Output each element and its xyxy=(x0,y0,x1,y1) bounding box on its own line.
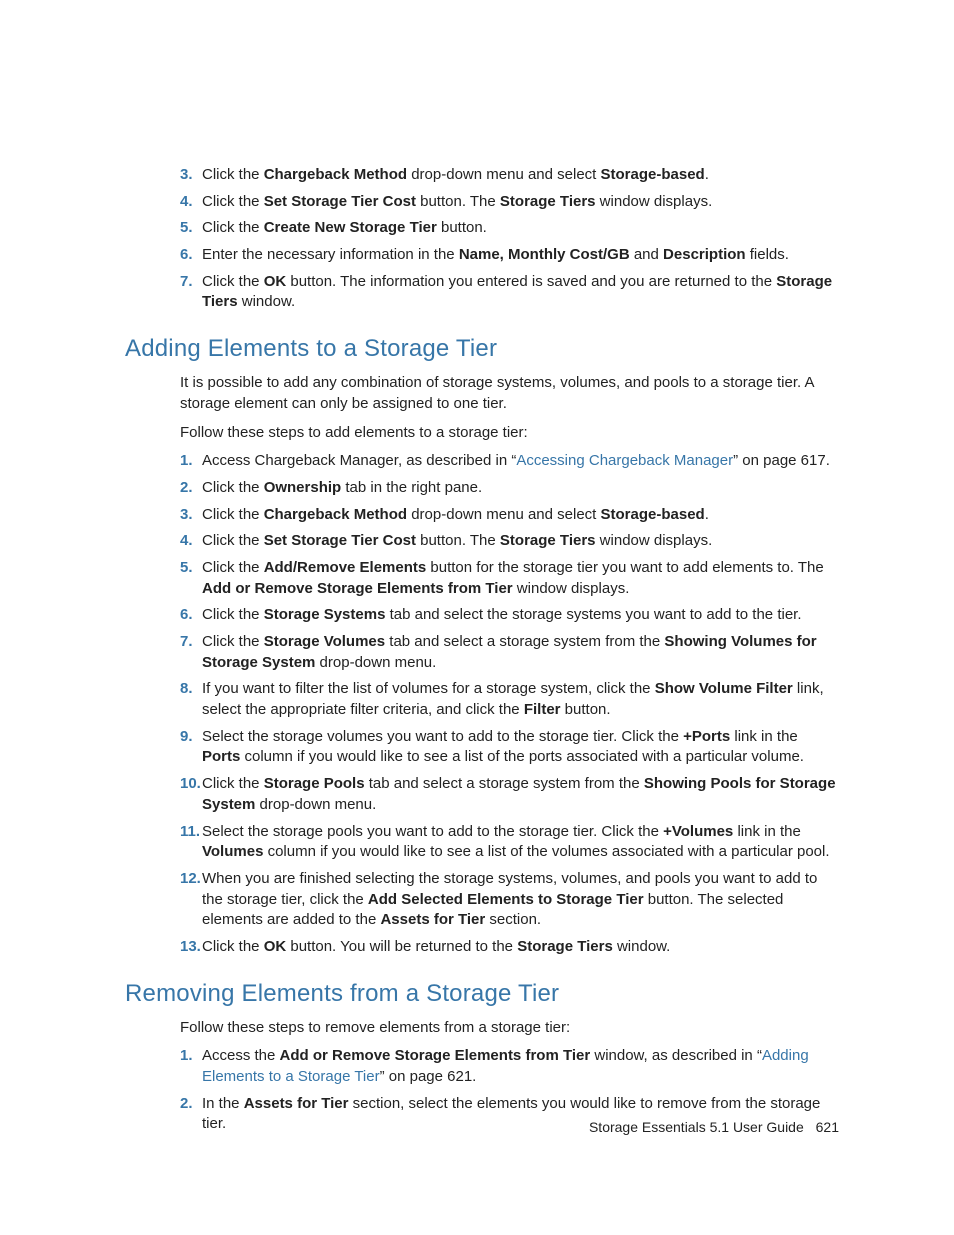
section1-step-11: Select the storage pools you want to add… xyxy=(180,822,839,863)
bold-text: OK xyxy=(264,273,287,290)
section1-step-1: Access Chargeback Manager, as described … xyxy=(180,451,839,472)
bold-text: Ports xyxy=(202,748,240,765)
bold-text: Show Volume Filter xyxy=(655,680,793,697)
intro-step-6: Enter the necessary information in the N… xyxy=(180,245,839,266)
section1-steps-list: Access Chargeback Manager, as described … xyxy=(125,451,839,957)
bold-text: Ownership xyxy=(264,479,342,496)
footer-text: Storage Essentials 5.1 User Guide xyxy=(589,1119,804,1135)
intro-steps-list: Click the Chargeback Method drop-down me… xyxy=(125,165,839,313)
section1-step-3: Click the Chargeback Method drop-down me… xyxy=(180,505,839,526)
bold-text: Storage Pools xyxy=(264,775,365,792)
section1-step-6: Click the Storage Systems tab and select… xyxy=(180,605,839,626)
bold-text: Add Selected Elements to Storage Tier xyxy=(368,891,644,908)
section2-intro-1: Follow these steps to remove elements fr… xyxy=(180,1018,839,1039)
section1-intro-1: It is possible to add any combination of… xyxy=(180,373,839,414)
section1-step-2: Click the Ownership tab in the right pan… xyxy=(180,478,839,499)
section1-link[interactable]: Accessing Chargeback Manager xyxy=(516,452,733,469)
bold-text: Set Storage Tier Cost xyxy=(264,532,416,549)
bold-text: Storage Volumes xyxy=(264,633,385,650)
bold-text: Storage Tiers xyxy=(500,193,596,210)
intro-step-7: Click the OK button. The information you… xyxy=(180,272,839,313)
section1-step-12: When you are finished selecting the stor… xyxy=(180,869,839,931)
bold-text: Storage-based xyxy=(601,506,705,523)
bold-text: Assets for Tier xyxy=(380,911,485,928)
bold-text: Chargeback Method xyxy=(264,506,407,523)
bold-text: Storage Tiers xyxy=(202,273,832,311)
bold-text: Assets for Tier xyxy=(244,1095,349,1112)
bold-text: Storage Tiers xyxy=(517,938,613,955)
intro-step-5: Click the Create New Storage Tier button… xyxy=(180,218,839,239)
section2-step-1: Access the Add or Remove Storage Element… xyxy=(180,1046,839,1087)
bold-text: Create New Storage Tier xyxy=(264,219,437,236)
section1-step-8: If you want to filter the list of volume… xyxy=(180,679,839,720)
bold-text: Add/Remove Elements xyxy=(264,559,427,576)
bold-text: +Volumes xyxy=(663,823,733,840)
section1-step-5: Click the Add/Remove Elements button for… xyxy=(180,558,839,599)
bold-text: Storage Tiers xyxy=(500,532,596,549)
bold-text: Storage Systems xyxy=(264,606,386,623)
intro-step-4: Click the Set Storage Tier Cost button. … xyxy=(180,192,839,213)
bold-text: +Ports xyxy=(683,728,730,745)
section1-intro-2: Follow these steps to add elements to a … xyxy=(180,423,839,444)
bold-text: Set Storage Tier Cost xyxy=(264,193,416,210)
section1-step-13: Click the OK button. You will be returne… xyxy=(180,937,839,958)
page-footer: Storage Essentials 5.1 User Guide 621 xyxy=(589,1119,839,1135)
bold-text: Description xyxy=(663,246,746,263)
bold-text: Chargeback Method xyxy=(264,166,407,183)
heading-removing-elements: Removing Elements from a Storage Tier xyxy=(125,980,839,1008)
section1-step-4: Click the Set Storage Tier Cost button. … xyxy=(180,531,839,552)
bold-text: Name, Monthly Cost/GB xyxy=(459,246,630,263)
section1-step-7: Click the Storage Volumes tab and select… xyxy=(180,632,839,673)
heading-adding-elements: Adding Elements to a Storage Tier xyxy=(125,335,839,363)
section1-step-9: Select the storage volumes you want to a… xyxy=(180,727,839,768)
bold-text: Storage-based xyxy=(601,166,705,183)
footer-page-number: 621 xyxy=(816,1119,839,1135)
bold-text: Filter xyxy=(524,701,561,718)
bold-text: OK xyxy=(264,938,287,955)
section1-step-10: Click the Storage Pools tab and select a… xyxy=(180,774,839,815)
bold-text: Add or Remove Storage Elements from Tier xyxy=(280,1047,591,1064)
intro-step-3: Click the Chargeback Method drop-down me… xyxy=(180,165,839,186)
page: Click the Chargeback Method drop-down me… xyxy=(0,0,954,1235)
bold-text: Add or Remove Storage Elements from Tier xyxy=(202,580,513,597)
bold-text: Volumes xyxy=(202,843,263,860)
